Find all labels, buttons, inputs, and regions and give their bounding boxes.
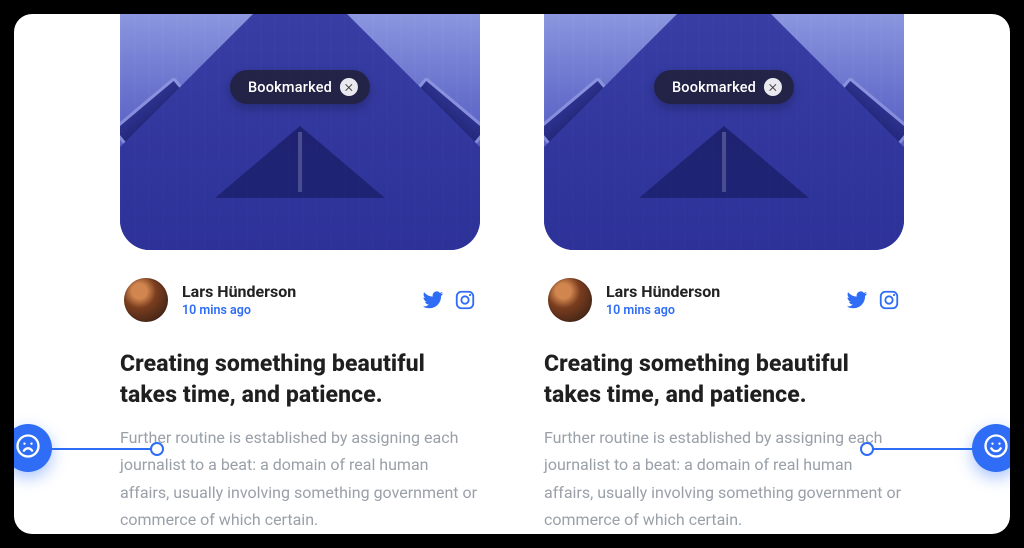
post-time: 10 mins ago xyxy=(182,303,296,318)
post-body: Further routine is established by assign… xyxy=(544,424,904,534)
bookmark-chip[interactable]: Bookmarked xyxy=(654,70,794,104)
social-links xyxy=(422,289,476,311)
cards-row: Bookmarked Lars Hünderson 10 mins ago xyxy=(120,14,904,534)
close-icon[interactable] xyxy=(340,78,358,96)
author-name: Lars Hünderson xyxy=(606,282,720,301)
instagram-icon[interactable] xyxy=(878,289,900,311)
twitter-icon[interactable] xyxy=(846,289,868,311)
close-icon[interactable] xyxy=(764,78,782,96)
happy-face-icon xyxy=(982,432,1010,464)
post-title: Creating something beautiful takes time,… xyxy=(544,348,904,410)
social-links xyxy=(846,289,900,311)
sad-face-icon xyxy=(14,432,42,464)
twitter-icon[interactable] xyxy=(422,289,444,311)
comparison-frame: Bookmarked Lars Hünderson 10 mins ago xyxy=(14,14,1010,534)
cover-image: Bookmarked xyxy=(120,14,480,250)
badge-connector xyxy=(46,448,158,450)
bookmark-chip[interactable]: Bookmarked xyxy=(230,70,370,104)
post-meta: Lars Hünderson 10 mins ago xyxy=(544,250,904,322)
post-body: Further routine is established by assign… xyxy=(120,424,480,534)
avatar[interactable] xyxy=(124,278,168,322)
positive-feedback-button[interactable] xyxy=(972,424,1010,472)
post-time: 10 mins ago xyxy=(606,303,720,318)
post-card: Bookmarked Lars Hünderson 10 mins ago xyxy=(544,14,904,534)
post-card: Bookmarked Lars Hünderson 10 mins ago xyxy=(120,14,480,534)
post-title: Creating something beautiful takes time,… xyxy=(120,348,480,410)
author-name: Lars Hünderson xyxy=(182,282,296,301)
post-meta: Lars Hünderson 10 mins ago xyxy=(120,250,480,322)
negative-feedback-button[interactable] xyxy=(14,424,52,472)
cover-image: Bookmarked xyxy=(544,14,904,250)
bookmark-chip-label: Bookmarked xyxy=(248,79,332,96)
instagram-icon[interactable] xyxy=(454,289,476,311)
avatar[interactable] xyxy=(548,278,592,322)
bookmark-chip-label: Bookmarked xyxy=(672,79,756,96)
badge-connector xyxy=(866,448,978,450)
